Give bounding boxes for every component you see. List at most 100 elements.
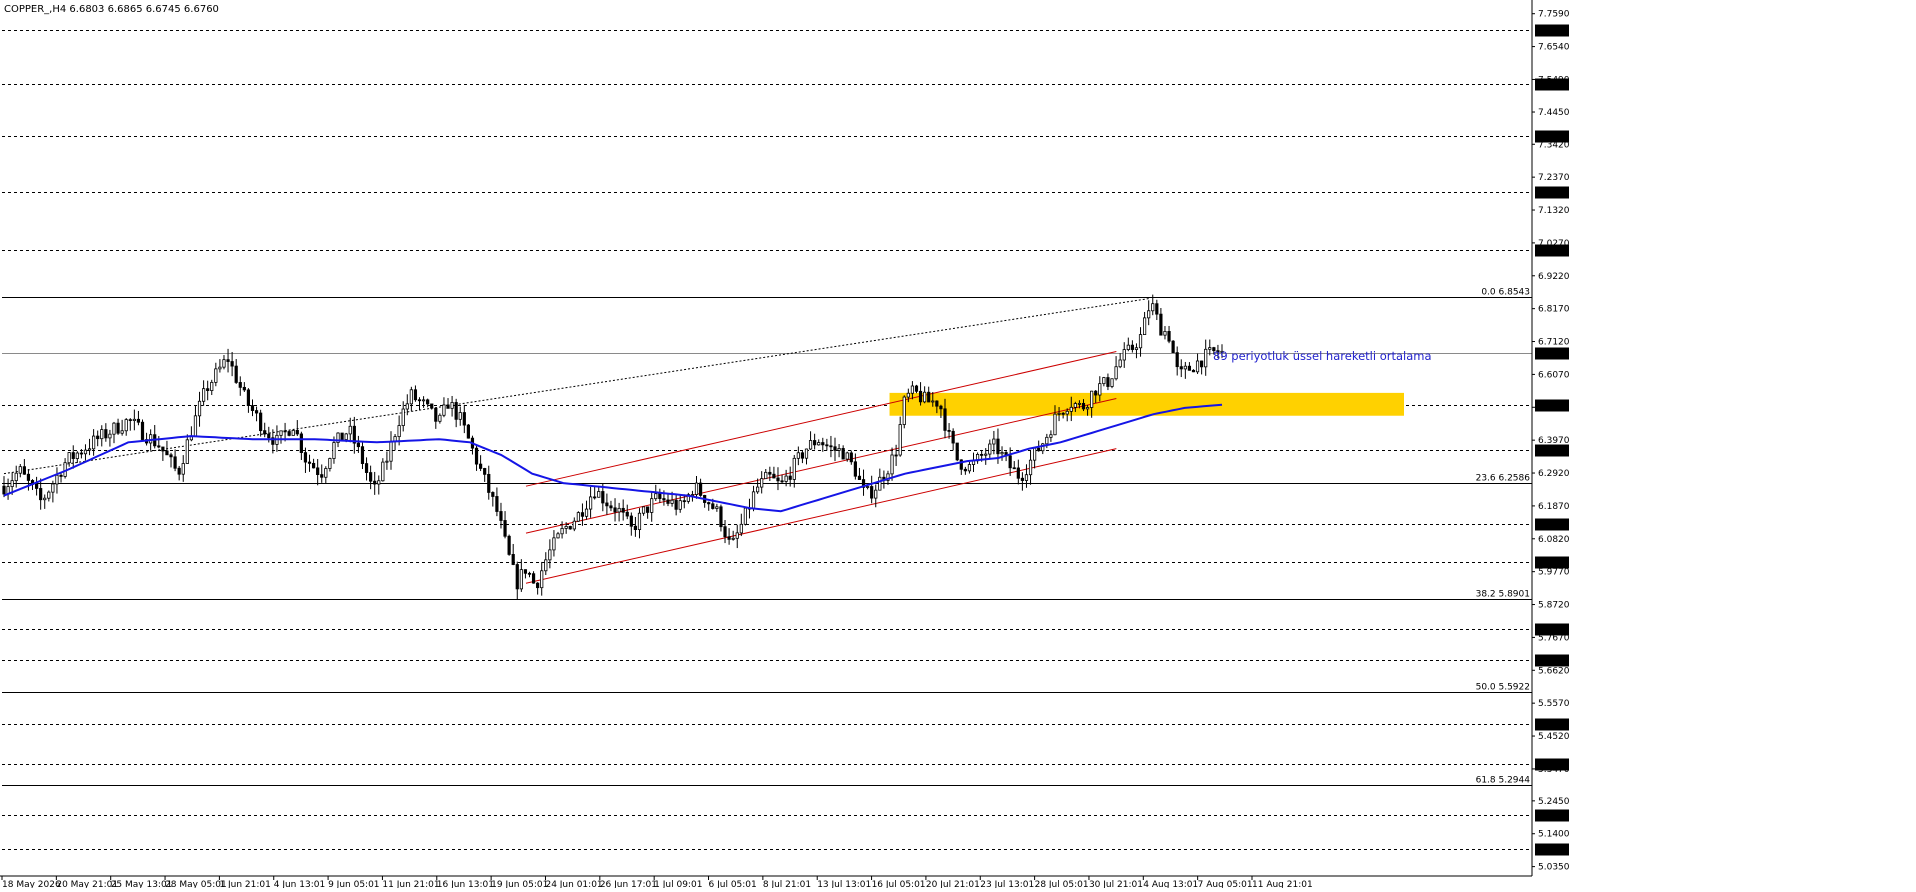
y-tick-label: 6.5020 [1538, 403, 1570, 413]
candle-body [483, 468, 487, 475]
candle-body [185, 439, 189, 464]
candle-body [751, 491, 756, 510]
candle-body [136, 418, 141, 423]
candle-body [1126, 344, 1130, 350]
candle-body [764, 471, 768, 480]
candle-body [613, 507, 617, 513]
x-tick-label: 25 May 13:01 [111, 880, 173, 888]
candle-body [409, 389, 413, 405]
candle-body [768, 471, 772, 475]
candle-body [625, 511, 629, 517]
candle-body [254, 410, 259, 414]
candle-body [918, 390, 923, 403]
candle-body [51, 483, 55, 493]
x-tick-label: 1 Jul 09:01 [654, 880, 702, 888]
candle-body [434, 407, 438, 422]
candle-body [800, 452, 805, 459]
candle-body [169, 454, 173, 458]
y-tick-label: 6.1870 [1538, 502, 1570, 512]
candle-body [727, 536, 731, 540]
candle-body [1085, 407, 1090, 410]
candle-body [658, 493, 662, 499]
candle-body [955, 442, 959, 461]
candle-body [311, 462, 316, 469]
candle-body [788, 475, 792, 480]
candle-body [898, 424, 902, 456]
candle-body [760, 478, 764, 488]
candle-body [499, 511, 503, 521]
candle-body [1200, 360, 1204, 368]
candle-body [544, 559, 548, 572]
level-tag-6.3660: 6.3660 [1537, 447, 1569, 457]
y-tick-label: 7.2370 [1538, 173, 1570, 183]
candle-body [1147, 310, 1151, 319]
candle-body [1020, 477, 1024, 481]
candle-body [34, 483, 39, 489]
candle-body [1187, 365, 1192, 371]
ema-annotation: 89 periyotluk üssel hareketli ortalama [1213, 349, 1432, 363]
x-tick-label: 13 Jul 13:01 [817, 880, 871, 888]
y-tick-label: 7.1320 [1538, 206, 1570, 216]
candle-body [967, 464, 972, 472]
level-tag-7.7060: 7.7060 [1537, 27, 1569, 37]
level-tag-7.1910: 7.1910 [1537, 189, 1569, 199]
candle-body [780, 480, 784, 483]
candle-body [79, 452, 83, 455]
y-tick-label: 5.3470 [1538, 765, 1570, 775]
current-price-tag: 6.6760 [1537, 350, 1569, 360]
candle-body [1069, 406, 1073, 412]
candle-body [405, 403, 409, 410]
x-tick-label: 28 May 05:01 [165, 880, 227, 888]
x-tick-label: 9 Jun 05:01 [328, 880, 379, 888]
candle-body [927, 391, 931, 403]
candle-body [996, 438, 1000, 455]
candle-body [1204, 348, 1208, 368]
candle-body [267, 433, 271, 439]
candle-body [646, 506, 650, 513]
candle-body [1191, 369, 1196, 373]
candle-body [841, 448, 845, 460]
candle-body [548, 549, 552, 561]
candle-body [580, 512, 585, 517]
candle-body [523, 569, 528, 574]
candle-body [242, 386, 246, 391]
candle-body [377, 480, 381, 485]
candle-body [1114, 366, 1118, 380]
x-tick-label: 24 Jun 01:01 [545, 880, 602, 888]
candle-body [438, 414, 442, 422]
candle-body [177, 467, 181, 475]
candle-body [808, 440, 813, 450]
candle-body [401, 408, 405, 426]
candle-body [373, 480, 377, 485]
candle-body [1065, 410, 1069, 415]
candle-body [22, 466, 26, 475]
candle-body [332, 442, 336, 459]
candle-body [739, 523, 743, 534]
candle-body [552, 537, 556, 551]
price-chart[interactable]: 0.0 6.8543 23.6 6.2586 38.2 5.8901 50.0 5.5… [0, 0, 1916, 890]
candle-body [389, 441, 393, 462]
candle-body [1175, 352, 1179, 368]
candle-body [910, 385, 915, 394]
candle-body [560, 528, 564, 535]
candle-body [344, 433, 348, 440]
candle-body [515, 564, 519, 590]
y-tick-label: 6.2920 [1538, 469, 1570, 479]
candle-body [104, 429, 108, 439]
candle-body [1061, 412, 1065, 415]
candle-body [193, 415, 198, 437]
fib-label-38.2 5.8901: 38.2 5.8901 [1476, 590, 1530, 600]
candle-body [1122, 349, 1126, 361]
candle-body [47, 491, 51, 499]
candle-body [1045, 436, 1049, 445]
candle-body [894, 454, 898, 457]
candle-body [1094, 390, 1098, 396]
level-tag-5.0925: 5.0925 [1537, 846, 1569, 856]
candle-body [951, 430, 955, 444]
candle-body [283, 430, 287, 433]
x-tick-label: 6 Jul 05:01 [709, 880, 757, 888]
candle-body [597, 491, 601, 498]
candle-body [519, 569, 523, 590]
candle-body [988, 443, 992, 455]
candle-body [507, 535, 511, 555]
